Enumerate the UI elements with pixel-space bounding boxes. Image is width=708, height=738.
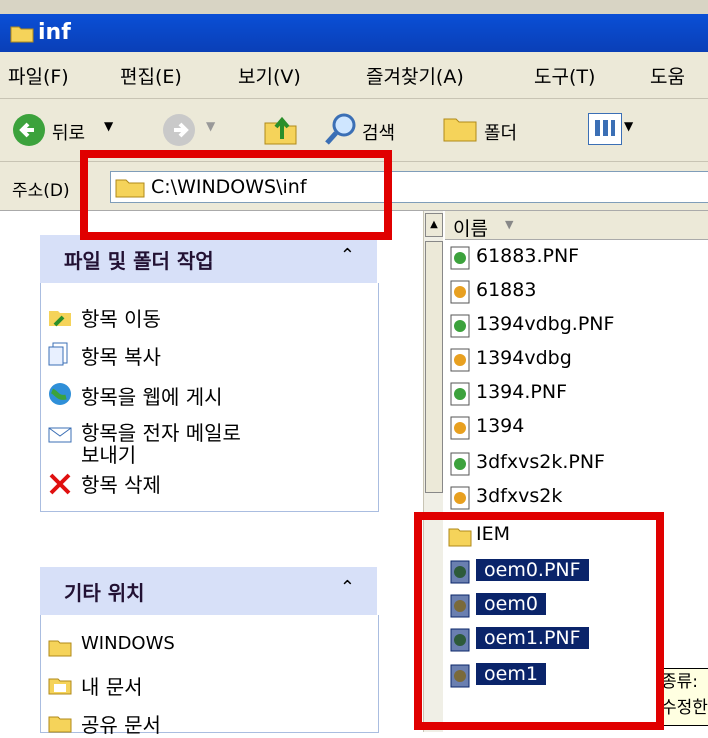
window-title: inf [38,20,71,45]
file-name: 1394.PNF [476,381,567,403]
file-name: 61883 [476,279,537,301]
places-panel-title: 기타 위치 [64,581,145,605]
pnf-file-icon [450,314,470,338]
move-icon [49,311,71,327]
place-windows[interactable]: WINDOWS [81,633,175,654]
task-publish[interactable]: 항목을 웹에 게시 [81,381,223,410]
globe-icon [49,383,71,405]
back-dropdown-icon[interactable]: ▼ [104,119,113,133]
up-folder-icon[interactable] [262,111,298,147]
task-copy[interactable]: 항목 복사 [81,341,161,370]
folder-icon [48,640,72,657]
tooltip-modified: 수정한 [661,698,708,718]
column-header-name[interactable]: 이름 ▼ [445,211,708,240]
forward-dropdown-icon[interactable]: ▼ [206,119,215,133]
pnf-file-icon [450,246,470,270]
folders-icon[interactable] [442,113,478,143]
menu-bar: 파일(F) 편집(E) 보기(V) 즐겨찾기(A) 도구(T) 도움 [0,52,708,99]
search-icon[interactable] [324,111,360,147]
inf-file-icon [450,280,470,304]
address-highlight-box [80,150,392,240]
inf-file-icon [450,348,470,372]
back-arrow-icon[interactable] [12,113,46,147]
folder-icon [10,26,34,43]
top-strip [0,0,708,14]
tooltip-type: 종류: [661,672,699,692]
email-icon [48,427,72,443]
collapse-chevron-icon[interactable]: ⌃ [340,577,355,598]
scrollbar-thumb[interactable] [425,241,443,493]
file-name: 1394vdbg [476,347,572,369]
file-name: 61883.PNF [476,245,580,267]
menu-tools[interactable]: 도구(T) [534,62,595,89]
menu-file[interactable]: 파일(F) [8,62,69,89]
menu-favorites[interactable]: 즐겨찾기(A) [366,62,464,89]
copy-icon [48,342,68,366]
forward-arrow-icon[interactable] [162,113,196,147]
file-name: 3dfxvs2k.PNF [476,451,605,473]
inf-file-icon [450,486,470,510]
title-bar: inf [0,14,708,52]
pnf-file-icon [450,382,470,406]
menu-help[interactable]: 도움 [650,62,685,89]
task-move[interactable]: 항목 이동 [81,303,161,332]
folders-button-label[interactable]: 폴더 [484,119,517,145]
file-name: 1394vdbg.PNF [476,313,615,335]
address-label: 주소(D) [12,181,70,201]
places-panel-body: WINDOWS 내 문서 공유 문서 [40,615,379,737]
folder-icon [48,716,72,733]
place-shared-documents[interactable]: 공유 문서 [81,709,161,738]
inf-file-icon [450,416,470,440]
menu-edit[interactable]: 편집(E) [120,62,182,89]
views-icon[interactable] [588,113,622,145]
delete-icon [49,473,71,495]
menu-view[interactable]: 보기(V) [238,62,301,89]
place-my-documents[interactable]: 내 문서 [81,671,143,700]
documents-icon [48,678,72,695]
task-delete[interactable]: 항목 삭제 [81,469,161,498]
task-pane: 파일 및 폴더 작업 ⌃ 항목 이동 항목 복사 항목을 웹에 게시 항목을 전… [0,211,410,737]
files-highlight-box [414,512,664,730]
file-name: 1394 [476,415,525,437]
file-tooltip: 종류: 수정한 [658,668,708,726]
back-button-label[interactable]: 뒤로 [52,119,85,145]
scroll-up-icon[interactable]: ▲ [425,213,443,237]
pnf-file-icon [450,452,470,476]
search-button-label[interactable]: 검색 [362,119,395,145]
column-name-label: 이름 [453,218,488,240]
places-panel-header[interactable]: 기타 위치 ⌃ [40,567,377,615]
task-email-line2[interactable]: 보내기 [81,439,136,468]
tasks-panel-title: 파일 및 폴더 작업 [64,249,214,273]
collapse-chevron-icon[interactable]: ⌃ [340,245,355,266]
views-dropdown-icon[interactable]: ▼ [624,119,633,133]
file-name: 3dfxvs2k [476,485,563,507]
sort-icon: ▼ [505,218,514,231]
tasks-panel-header[interactable]: 파일 및 폴더 작업 ⌃ [40,235,377,283]
tasks-panel-body: 항목 이동 항목 복사 항목을 웹에 게시 항목을 전자 메일로 보내기 항목 … [40,283,379,512]
